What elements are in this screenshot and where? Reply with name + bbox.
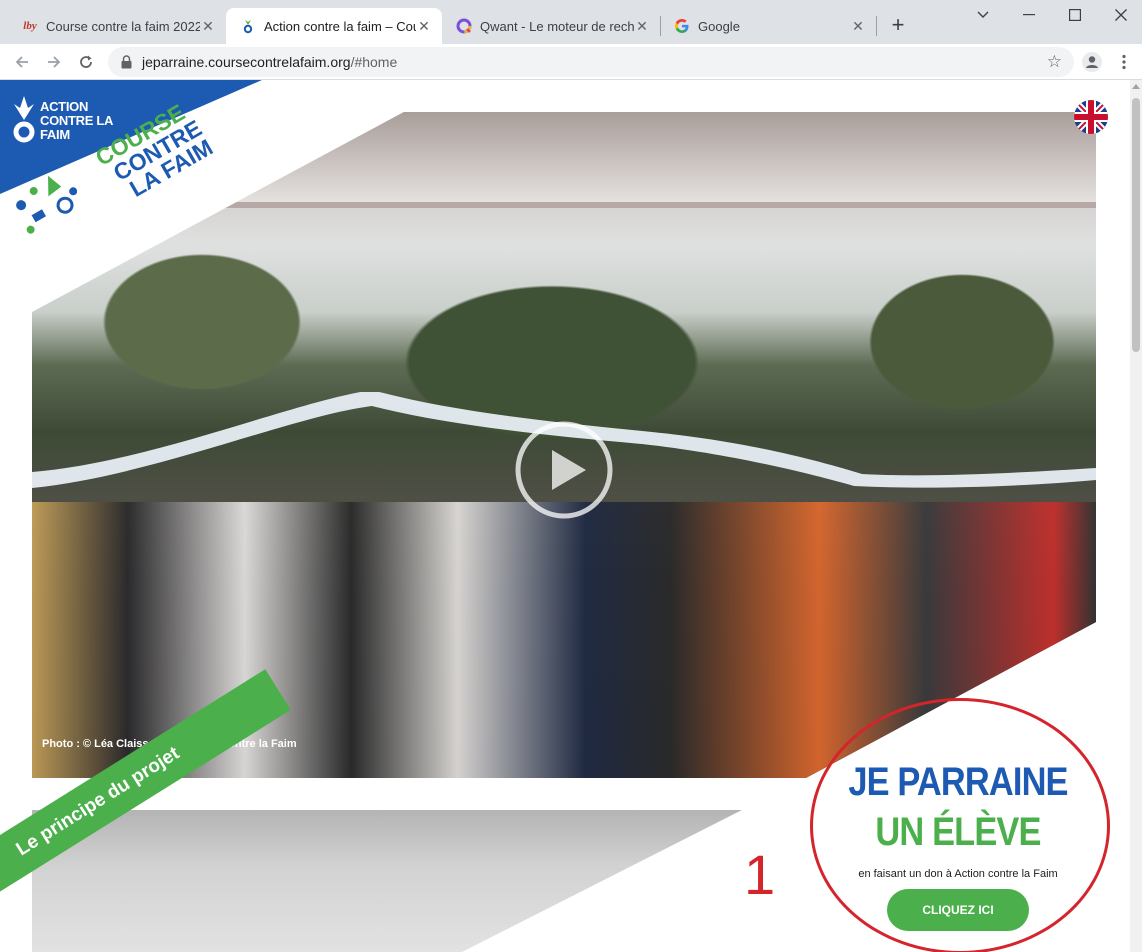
forward-arrow-icon[interactable] (42, 50, 66, 74)
url-host: jeparraine.coursecontrelafaim.org (142, 54, 351, 70)
tab-separator (876, 16, 877, 36)
menu-kebab-icon[interactable] (1112, 50, 1136, 74)
tab-qwant[interactable]: Qwant - Le moteur de recher ✕ (442, 8, 660, 44)
maximize-icon[interactable] (1052, 0, 1098, 30)
tab-course-contre-la-faim[interactable]: lby Course contre la faim 2022 / ✕ (8, 8, 226, 44)
lby-icon: lby (23, 20, 37, 32)
project-section-image (32, 810, 742, 952)
scroll-up-arrow-icon[interactable] (1132, 84, 1140, 89)
bookmark-star-icon[interactable]: ☆ (1047, 52, 1062, 72)
tab-strip: lby Course contre la faim 2022 / ✕ Actio… (0, 0, 1142, 44)
scrollbar-thumb[interactable] (1132, 98, 1140, 352)
close-icon[interactable]: ✕ (850, 18, 866, 35)
tab-action-contre-la-faim[interactable]: Action contre la faim – Cours ✕ (226, 8, 442, 44)
hero-video[interactable]: Photo : © Léa Claisse pour Action contre… (32, 112, 1096, 778)
close-icon[interactable]: ✕ (200, 18, 216, 35)
tab-google[interactable]: Google ✕ (660, 8, 876, 44)
english-flag-icon[interactable] (1074, 100, 1108, 134)
runners-doodle-icon (16, 175, 78, 234)
url-text: jeparraine.coursecontrelafaim.org/#home (142, 54, 397, 70)
cliquez-ici-button[interactable]: CLIQUEZ ICI (887, 889, 1029, 931)
reload-icon[interactable] (74, 50, 98, 74)
acf-logo-text: ACTION CONTRE LA FAIM (40, 99, 113, 142)
acf-icon (240, 18, 256, 34)
tab-title: Action contre la faim – Cours (264, 18, 416, 34)
google-icon (674, 18, 690, 34)
qwant-icon (456, 18, 472, 34)
address-bar[interactable]: jeparraine.coursecontrelafaim.org/#home … (108, 47, 1074, 77)
close-icon[interactable]: ✕ (416, 18, 432, 35)
profile-icon[interactable] (1080, 50, 1104, 74)
close-window-icon[interactable] (1098, 0, 1142, 30)
back-arrow-icon[interactable] (10, 50, 34, 74)
tab-title: Google (698, 18, 740, 34)
web-page: Photo : © Léa Claisse pour Action contre… (0, 80, 1130, 952)
cta-subtitle: en faisant un don à Action contre la Fai… (858, 868, 1058, 880)
minimize-icon[interactable] (1006, 0, 1052, 30)
page-scrollbar[interactable] (1130, 80, 1142, 952)
annotation-number: 1 (744, 843, 776, 906)
url-path: /#home (350, 54, 398, 70)
browser-toolbar: jeparraine.coursecontrelafaim.org/#home … (0, 44, 1142, 80)
tab-search-icon[interactable] (960, 0, 1006, 30)
tab-title: Qwant - Le moteur de recher (480, 18, 634, 34)
cta-title-line1: JE PARRAINE (848, 760, 1068, 804)
tab-title: Course contre la faim 2022 / (46, 18, 200, 34)
cta-title-line2: UN ÉLÈVE (875, 810, 1041, 854)
sponsor-cta: JE PARRAINE UN ÉLÈVE en faisant un don à… (800, 760, 1116, 950)
play-icon[interactable] (514, 420, 614, 520)
new-tab-button[interactable]: + (886, 14, 910, 38)
lock-icon[interactable] (120, 55, 132, 69)
close-icon[interactable]: ✕ (634, 18, 650, 35)
